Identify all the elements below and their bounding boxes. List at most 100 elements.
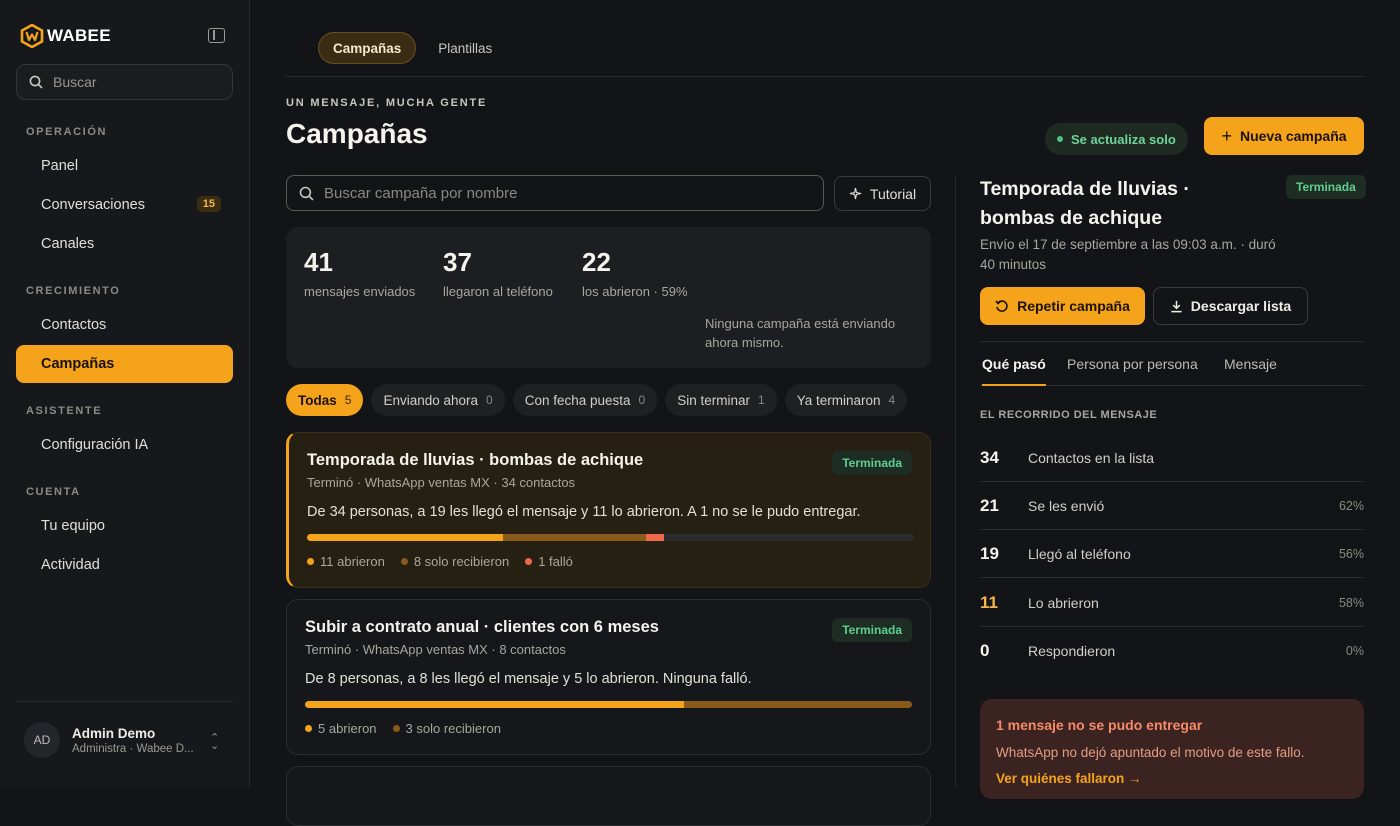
dot-icon: [305, 725, 312, 732]
status-badge: Terminada: [1286, 175, 1366, 199]
search-icon: [29, 75, 43, 89]
sending-status-note: Ninguna campaña está enviando ahora mism…: [705, 316, 896, 350]
legend-label: 3 solo recibieron: [405, 721, 501, 736]
delivery-failure-alert: 1 mensaje no se pudo entregar WhatsApp n…: [980, 699, 1364, 799]
logo[interactable]: WABEE: [20, 24, 111, 48]
journey-row: 21 Se les envió 62%: [980, 482, 1364, 530]
journey-label: Se les envió: [1028, 498, 1105, 514]
journey-row: 0 Respondieron 0%: [980, 627, 1364, 675]
alert-title: 1 mensaje no se pudo entregar: [996, 717, 1203, 733]
sidebar-item-panel[interactable]: Panel: [16, 147, 233, 185]
bar-legend: 11 abrieron 8 solo recibieron 1 falló: [307, 554, 573, 569]
dot-icon: [392, 725, 400, 732]
page-kicker: UN MENSAJE, MUCHA GENTE: [286, 97, 488, 109]
sidebar-item-equipo[interactable]: Tu equipo: [16, 507, 233, 545]
campaign-card[interactable]: Subir a contrato anual · clientes con 6 …: [286, 599, 931, 755]
detail-title: Temporada de lluvias · bombas de achique: [980, 178, 1190, 229]
filter-todas[interactable]: Todas 5: [286, 384, 364, 416]
legend-opened: 11 abrieron: [307, 554, 385, 569]
repeat-campaign-button[interactable]: Repetir campaña: [980, 287, 1145, 325]
filter-label: Ya terminaron: [796, 392, 881, 408]
new-campaign-button[interactable]: + Nueva campaña: [1204, 117, 1364, 155]
journey-title: EL RECORRIDO DEL MENSAJE: [980, 409, 1158, 421]
brand-name: WABEE: [47, 26, 111, 45]
tutorial-button[interactable]: Tutorial: [834, 176, 931, 211]
bar-segment-received: [503, 534, 647, 541]
divider: [286, 76, 1364, 77]
tab-que-paso[interactable]: Qué pasó: [982, 356, 1046, 386]
campaign-card[interactable]: Temporada de lluvias · bombas de achique…: [286, 432, 931, 588]
collapse-sidebar-icon[interactable]: [208, 28, 225, 43]
autorefresh-badge: Se actualiza solo: [1045, 123, 1188, 155]
status-badge: Terminada: [832, 618, 912, 642]
top-tabs: Campañas Plantillas: [318, 32, 506, 64]
download-list-button[interactable]: Descargar lista: [1153, 287, 1308, 325]
sidebar-item-actividad[interactable]: Actividad: [16, 546, 233, 584]
tab-mensaje[interactable]: Mensaje: [1224, 356, 1277, 372]
delivery-progress-bar: [307, 534, 914, 541]
section-asistente: ASISTENTE: [26, 405, 103, 417]
legend-failed: 1 falló: [525, 554, 573, 569]
journey-count: 34: [980, 448, 999, 467]
sidebar-item-label: Conversaciones: [41, 197, 145, 213]
chevron-updown-icon[interactable]: ⌃ ⌄: [210, 733, 219, 752]
journey-count: 19: [980, 544, 999, 563]
unread-badge: 15: [196, 196, 221, 212]
filter-programadas[interactable]: Con fecha puesta 0: [512, 384, 658, 416]
refresh-icon: [995, 300, 1008, 312]
stat-label: los abrieron · 59%: [582, 284, 688, 299]
journey-count: 11: [980, 593, 998, 612]
journey-count: 0: [980, 641, 990, 660]
stat-label: llegaron al teléfono: [443, 284, 553, 299]
legend-received: 8 solo recibieron: [400, 554, 510, 569]
page-title: Campañas: [286, 118, 428, 149]
section-operacion: OPERACIÓN: [26, 126, 108, 138]
filter-label: Enviando ahora: [383, 392, 479, 408]
stat-opened: 22 los abrieron · 59%: [582, 247, 688, 299]
filter-sin-terminar[interactable]: Sin terminar 1: [665, 384, 777, 416]
dot-icon: [525, 558, 533, 565]
filter-label: Todas: [298, 392, 337, 408]
legend-label: 8 solo recibieron: [413, 554, 510, 569]
tab-persona[interactable]: Persona por persona: [1067, 356, 1198, 372]
journey-pct: 56%: [1338, 547, 1364, 561]
detail-tabs: Qué pasó Persona por persona Mensaje: [980, 342, 1364, 386]
user-name: Admin Demo: [72, 725, 156, 741]
view-failed-link[interactable]: Ver quiénes fallaron →: [996, 771, 1142, 786]
sidebar-item-conversaciones[interactable]: Conversaciones 15: [16, 186, 233, 224]
tab-plantillas[interactable]: Plantillas: [424, 32, 506, 64]
legend-label: 11 abrieron: [320, 554, 385, 569]
bar-segment-opened: [307, 534, 504, 541]
sidebar-item-canales[interactable]: Canales: [16, 225, 233, 263]
user-role: Administra · Wabee D...: [72, 742, 194, 755]
stat-value: 41: [304, 247, 333, 277]
sidebar-item-config-ia[interactable]: Configuración IA: [16, 426, 233, 464]
avatar: AD: [24, 722, 60, 758]
sparkles-icon: [849, 187, 862, 200]
download-icon: [1171, 300, 1182, 312]
journey-row: 19 Llegó al teléfono 56%: [980, 530, 1364, 578]
repeat-label: Repetir campaña: [1017, 298, 1130, 314]
sidebar-divider: [16, 701, 233, 702]
sidebar: WABEE Buscar OPERACIÓN Panel Conversacio…: [0, 0, 250, 788]
filter-enviando[interactable]: Enviando ahora 0: [371, 384, 505, 416]
sidebar-item-campanas[interactable]: Campañas: [16, 345, 233, 383]
journey-label: Respondieron: [1028, 643, 1116, 659]
user-menu[interactable]: AD Admin Demo Administra · Wabee D...: [24, 722, 194, 758]
journey-pct: 0%: [1345, 644, 1364, 658]
dot-icon: [307, 558, 314, 565]
campaign-summary: De 8 personas, a 8 les llegó el mensaje …: [305, 671, 752, 687]
journey-row: 34 Contactos en la lista: [980, 434, 1364, 482]
sidebar-item-contactos[interactable]: Contactos: [16, 306, 233, 344]
filter-terminadas[interactable]: Ya terminaron 4: [784, 384, 908, 416]
tab-campanas[interactable]: Campañas: [318, 32, 417, 64]
campaign-card[interactable]: [286, 766, 931, 826]
filter-count: 4: [888, 393, 896, 407]
stats-panel: 41 mensajes enviados 37 llegaron al telé…: [286, 227, 931, 368]
campaign-search-input[interactable]: Buscar campaña por nombre: [286, 175, 824, 211]
sidebar-search-placeholder: Buscar: [53, 74, 97, 90]
panel-divider: [955, 175, 956, 788]
sidebar-search[interactable]: Buscar: [16, 64, 233, 100]
alert-description: WhatsApp no dejó apuntado el motivo de e…: [996, 745, 1305, 760]
search-placeholder: Buscar campaña por nombre: [324, 184, 518, 202]
